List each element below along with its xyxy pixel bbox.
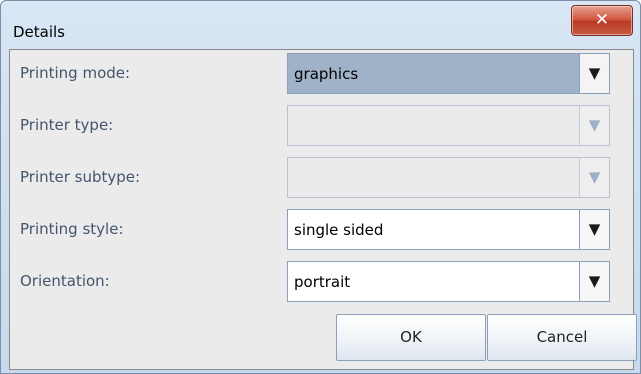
orientation-label: Orientation: [20, 272, 110, 290]
printer-type-label: Printer type: [20, 116, 114, 134]
dialog-content: Printing mode: graphics ▼ Printer type: … [9, 49, 637, 370]
cancel-button[interactable]: Cancel [487, 314, 637, 361]
printing-mode-select[interactable]: graphics ▼ [287, 53, 610, 94]
chevron-down-icon[interactable]: ▼ [579, 54, 609, 93]
window-title: Details [13, 23, 66, 41]
printing-style-label: Printing style: [20, 220, 124, 238]
orientation-value: portrait [294, 273, 351, 291]
printing-mode-value: graphics [294, 65, 359, 83]
title-bar[interactable]: Details ✕ [1, 1, 640, 47]
printer-subtype-label: Printer subtype: [20, 168, 141, 186]
close-button[interactable]: ✕ [571, 5, 633, 36]
ok-button[interactable]: OK [336, 314, 486, 361]
printing-style-value: single sided [294, 221, 384, 239]
chevron-down-icon: ▼ [579, 158, 609, 197]
printer-type-select: ▼ [287, 105, 610, 146]
close-icon: ✕ [594, 10, 610, 30]
chevron-down-icon: ▼ [579, 106, 609, 145]
printing-mode-label: Printing mode: [20, 64, 131, 82]
details-dialog: Details ✕ Printing mode: graphics ▼ Prin… [0, 0, 641, 374]
orientation-select[interactable]: portrait ▼ [287, 261, 610, 302]
chevron-down-icon[interactable]: ▼ [579, 262, 609, 301]
printing-style-select[interactable]: single sided ▼ [287, 209, 610, 250]
printer-subtype-select: ▼ [287, 157, 610, 198]
chevron-down-icon[interactable]: ▼ [579, 210, 609, 249]
